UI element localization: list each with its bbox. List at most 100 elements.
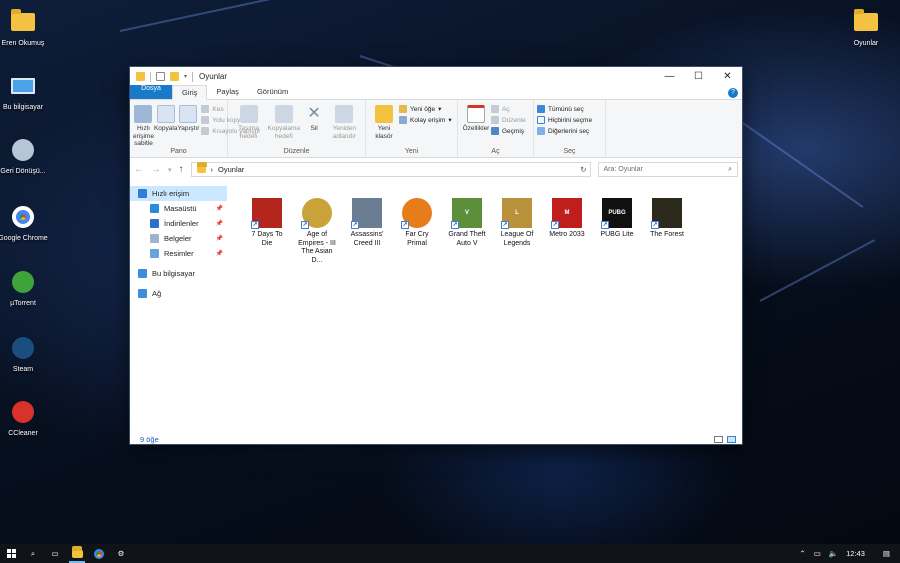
shortcut-arrow-icon: ↗ — [651, 221, 659, 229]
group-label-yeni: Yeni — [404, 148, 419, 155]
desktop-icon-utorrent[interactable]: µTorrent — [0, 268, 49, 308]
title-bar[interactable]: ▾ Oyunlar — ☐ ✕ — [130, 67, 742, 86]
notifications-icon[interactable]: ▤ — [883, 549, 890, 558]
taskbar-file-explorer[interactable] — [66, 544, 88, 563]
open-button[interactable]: Aç — [491, 105, 526, 113]
file-name: Assassins' Creed III — [350, 231, 384, 247]
move-to-icon — [239, 105, 258, 123]
refresh-icon[interactable]: ↻ — [580, 165, 586, 174]
tab-dosya[interactable]: Dosya — [130, 85, 172, 99]
file-name: 7 Days To Die — [251, 231, 283, 247]
gear-icon: ⚙ — [117, 549, 125, 558]
window-title: Oyunlar — [199, 72, 228, 81]
large-icons-view-icon[interactable] — [727, 436, 736, 443]
file-item[interactable]: ↗ 7 Days To Die — [246, 196, 288, 248]
edit-button[interactable]: Düzenle — [491, 116, 526, 124]
nav-item-computer[interactable]: Bu bilgisayar — [130, 266, 227, 281]
nav-item-network[interactable]: Ağ — [130, 286, 227, 301]
details-view-icon[interactable] — [714, 436, 723, 443]
item-count: 9 öğe — [140, 435, 159, 444]
select-none-button[interactable]: Hiçbirini seçme — [537, 116, 592, 124]
copy-path-icon — [201, 116, 210, 124]
start-button[interactable] — [0, 544, 22, 563]
pin-icon — [134, 105, 153, 123]
pin-icon[interactable]: 📌 — [216, 220, 223, 227]
file-item[interactable]: V ↗ Grand Theft Auto V — [446, 196, 488, 248]
desktop-icon-ccleaner[interactable]: CCleaner — [0, 398, 49, 438]
maximize-button[interactable]: ☐ — [684, 67, 713, 86]
nav-item-desktop[interactable]: Masaüstü 📌 — [130, 201, 227, 216]
ribbon: Hızlı erişime sabitle Kopyala Yapıştır K… — [130, 100, 742, 158]
desktop-icon-computer[interactable]: Bu bilgisayar — [0, 72, 49, 112]
select-all-button[interactable]: Tümünü seç — [537, 105, 592, 113]
file-item[interactable]: PUBG ↗ PUBG Lite — [596, 196, 638, 240]
file-item[interactable]: ↗ Far Cry Primal — [396, 196, 438, 248]
shortcut-arrow-icon: ↗ — [401, 221, 409, 229]
pin-icon[interactable]: 📌 — [216, 235, 223, 242]
forward-arrow-icon[interactable]: → — [151, 164, 161, 175]
path-separator: › — [210, 165, 214, 174]
ribbon-group-pano: Hızlı erişime sabitle Kopyala Yapıştır K… — [130, 100, 260, 157]
paste-shortcut-icon — [201, 127, 210, 135]
new-folder-icon — [375, 105, 393, 123]
taskbar-settings[interactable]: ⚙ — [110, 544, 132, 563]
taskbar-chrome[interactable] — [88, 544, 110, 563]
task-view-button[interactable]: ▭ — [44, 544, 66, 563]
rename-icon — [335, 105, 354, 123]
file-item[interactable]: ↗ The Forest — [646, 196, 688, 240]
chevron-up-icon[interactable]: ⌃ — [799, 549, 805, 558]
copy-icon — [156, 105, 175, 123]
pin-icon[interactable]: 📌 — [216, 205, 223, 212]
pin-icon[interactable]: 📌 — [216, 250, 223, 257]
search-button[interactable]: ⌕ — [22, 544, 44, 563]
desktop-icon-chrome[interactable]: Google Chrome — [0, 203, 49, 243]
file-name: PUBG Lite — [600, 231, 634, 238]
volume-icon[interactable]: 🔈 — [829, 549, 838, 558]
nav-item-pictures[interactable]: Resimler 📌 — [130, 246, 227, 261]
tab-paylas[interactable]: Paylaş — [207, 85, 248, 99]
ccleaner-icon — [12, 401, 34, 423]
desktop-icon-steam[interactable]: Steam — [0, 334, 49, 374]
tab-gorunum[interactable]: Görünüm — [248, 85, 297, 99]
history-button[interactable]: Geçmiş — [491, 127, 526, 135]
shortcut-arrow-icon: ↗ — [301, 221, 309, 229]
search-icon: ⌕ — [30, 548, 36, 558]
clock[interactable]: 12:43 — [846, 549, 865, 558]
select-none-icon — [537, 116, 545, 124]
file-item[interactable]: L ↗ League Of Legends — [496, 196, 538, 248]
windows-logo-icon — [6, 549, 16, 558]
new-folder-quick-icon[interactable] — [170, 72, 179, 81]
network-icon[interactable]: ▭ — [814, 549, 821, 558]
file-name: Far Cry Primal — [405, 231, 429, 247]
desktop-icon-user-folder[interactable]: Eren Okumuş — [0, 8, 49, 48]
new-item-button[interactable]: Yeni öğe ▾ — [399, 105, 452, 113]
search-input[interactable]: Ara: Oyunlar ⌕ — [597, 162, 738, 177]
up-arrow-icon[interactable]: ↑ — [179, 164, 184, 175]
file-item[interactable]: ↗ Assassins' Creed III — [346, 196, 388, 248]
nav-item-star[interactable]: Hızlı erişim — [130, 186, 227, 201]
desktop-icon-recycle-bin[interactable]: Geri Dönüşü... — [0, 136, 49, 176]
chrome-icon — [94, 548, 104, 559]
file-item[interactable]: M ↗ Metro 2033 — [546, 196, 588, 240]
quick-access-dropdown-icon[interactable]: ▾ — [184, 73, 187, 80]
desktop-icon-oyunlar[interactable]: Oyunlar — [840, 8, 892, 48]
the-forest-icon: ↗ — [651, 198, 682, 229]
minimize-button[interactable]: — — [655, 67, 684, 86]
ribbon-group-sec: Tümünü seç Hiçbirini seçme Diğerlerini s… — [534, 100, 606, 157]
easy-access-button[interactable]: Kolay erişim ▾ — [399, 116, 452, 124]
properties-quick-icon[interactable] — [156, 72, 165, 81]
nav-item-download[interactable]: İndirilenler 📌 — [130, 216, 227, 231]
recent-dropdown-icon[interactable]: ▾ — [168, 166, 172, 174]
file-item[interactable]: ↗ Age of Empires - III The Asian D... — [296, 196, 338, 265]
close-button[interactable]: ✕ — [713, 67, 742, 86]
tab-giris[interactable]: Giriş — [172, 85, 208, 100]
invert-selection-button[interactable]: Diğerlerini seç — [537, 127, 592, 135]
invert-selection-icon — [537, 127, 545, 135]
help-icon[interactable]: ? — [728, 87, 738, 98]
back-arrow-icon[interactable]: ← — [134, 164, 144, 175]
path-segment[interactable]: Oyunlar — [218, 165, 244, 174]
shortcut-arrow-icon: ↗ — [451, 221, 459, 229]
nav-item-documents[interactable]: Belgeler 📌 — [130, 231, 227, 246]
group-label-duzenle: Düzenle — [283, 148, 310, 155]
address-input[interactable]: › Oyunlar ↻ — [190, 162, 591, 177]
